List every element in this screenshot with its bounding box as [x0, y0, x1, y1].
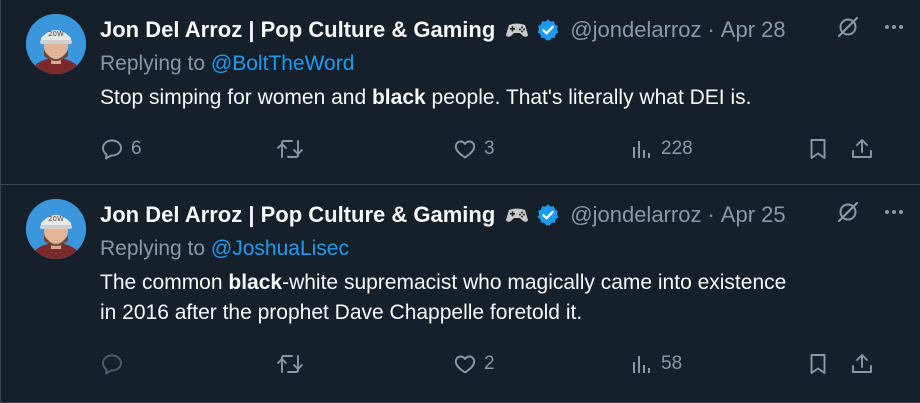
- bookmark-icon: [806, 352, 830, 376]
- tweet-text: The common black-white supremacist who m…: [100, 268, 906, 328]
- tweet-text-line2: in 2016 after the prophet Dave Chappelle…: [100, 301, 583, 324]
- svg-text:20W: 20W: [48, 215, 64, 223]
- avatar[interactable]: 20W: [26, 14, 86, 74]
- share-button[interactable]: [850, 349, 874, 379]
- more-icon[interactable]: [882, 15, 906, 45]
- tweet-content: Jon Del Arroz | Pop Culture & Gaming @jo…: [100, 14, 906, 113]
- display-name[interactable]: Jon Del Arroz | Pop Culture & Gaming: [100, 17, 495, 43]
- tweet-text: Stop simping for women and black people.…: [100, 83, 906, 113]
- views-button[interactable]: 228: [630, 134, 693, 164]
- like-count: 2: [484, 353, 495, 374]
- grok-icon[interactable]: [836, 15, 860, 45]
- share-button[interactable]: [850, 134, 874, 164]
- tweet-text-part: The common: [100, 271, 229, 294]
- repost-icon: [276, 352, 304, 376]
- like-button[interactable]: 2: [453, 349, 495, 379]
- gamepad-icon: [504, 20, 530, 40]
- tweet-actions: 2 58: [100, 349, 880, 379]
- bookmark-icon: [806, 137, 830, 161]
- reply-button[interactable]: [100, 349, 131, 379]
- like-button[interactable]: 3: [453, 134, 495, 164]
- reply-icon: [100, 352, 124, 376]
- like-icon: [453, 137, 477, 161]
- reply-icon: [100, 137, 124, 161]
- tweet-text-bold: black: [228, 271, 283, 294]
- separator-dot: ·: [707, 17, 715, 42]
- tweet-text-part: people. That's literally what DEI is.: [425, 86, 752, 109]
- tweet-text-bold: black: [371, 86, 426, 109]
- tweet-date[interactable]: Apr 28: [721, 17, 786, 43]
- views-icon: [630, 352, 654, 376]
- separator-dot: ·: [707, 202, 715, 227]
- reply-mention-link[interactable]: @BoltTheWord: [211, 52, 354, 75]
- bookmark-button[interactable]: [806, 134, 830, 164]
- repost-button[interactable]: [276, 349, 311, 379]
- header-actions: [836, 199, 906, 231]
- tweet-text-part: Stop simping for women and: [100, 86, 372, 109]
- replying-to: Replying to @JoshuaLisec: [100, 234, 906, 264]
- svg-text:20W: 20W: [48, 30, 64, 38]
- tweet-header: Jon Del Arroz | Pop Culture & Gaming @jo…: [100, 14, 906, 46]
- bookmark-button[interactable]: [806, 349, 830, 379]
- views-count: 58: [661, 353, 683, 374]
- like-icon: [453, 352, 477, 376]
- tweet[interactable]: 20W Jon Del Arroz | Pop Culture & Gaming: [1, 0, 920, 185]
- avatar[interactable]: 20W: [26, 199, 86, 259]
- more-icon[interactable]: [882, 200, 906, 230]
- tweet[interactable]: 20W Jon Del Arroz | Pop Culture & Gaming: [1, 185, 920, 403]
- tweet-content: Jon Del Arroz | Pop Culture & Gaming @jo…: [100, 199, 906, 328]
- replying-to-label: Replying to: [100, 237, 211, 260]
- handle[interactable]: @jondelarroz: [570, 17, 701, 43]
- display-name[interactable]: Jon Del Arroz | Pop Culture & Gaming: [100, 202, 495, 228]
- reply-button[interactable]: 6: [100, 134, 142, 164]
- views-count: 228: [661, 138, 693, 159]
- repost-button[interactable]: [276, 134, 311, 164]
- tweet-date[interactable]: Apr 25: [721, 202, 786, 228]
- verified-badge-icon: [536, 18, 560, 42]
- timeline: 20W Jon Del Arroz | Pop Culture & Gaming: [0, 0, 920, 403]
- verified-badge-icon: [536, 203, 560, 227]
- tweet-actions: 6 3 228: [100, 134, 880, 164]
- repost-icon: [276, 137, 304, 161]
- views-icon: [630, 137, 654, 161]
- tweet-text-part: -white supremacist who magically came in…: [282, 271, 787, 294]
- handle[interactable]: @jondelarroz: [570, 202, 701, 228]
- share-icon: [850, 352, 874, 376]
- replying-to-label: Replying to: [100, 52, 211, 75]
- views-button[interactable]: 58: [630, 349, 682, 379]
- like-count: 3: [484, 138, 495, 159]
- header-actions: [836, 14, 906, 46]
- grok-icon[interactable]: [836, 200, 860, 230]
- gamepad-icon: [504, 205, 530, 225]
- replying-to: Replying to @BoltTheWord: [100, 49, 906, 79]
- tweet-header: Jon Del Arroz | Pop Culture & Gaming @jo…: [100, 199, 906, 231]
- reply-count: 6: [131, 138, 142, 159]
- share-icon: [850, 137, 874, 161]
- reply-mention-link[interactable]: @JoshuaLisec: [211, 237, 349, 260]
